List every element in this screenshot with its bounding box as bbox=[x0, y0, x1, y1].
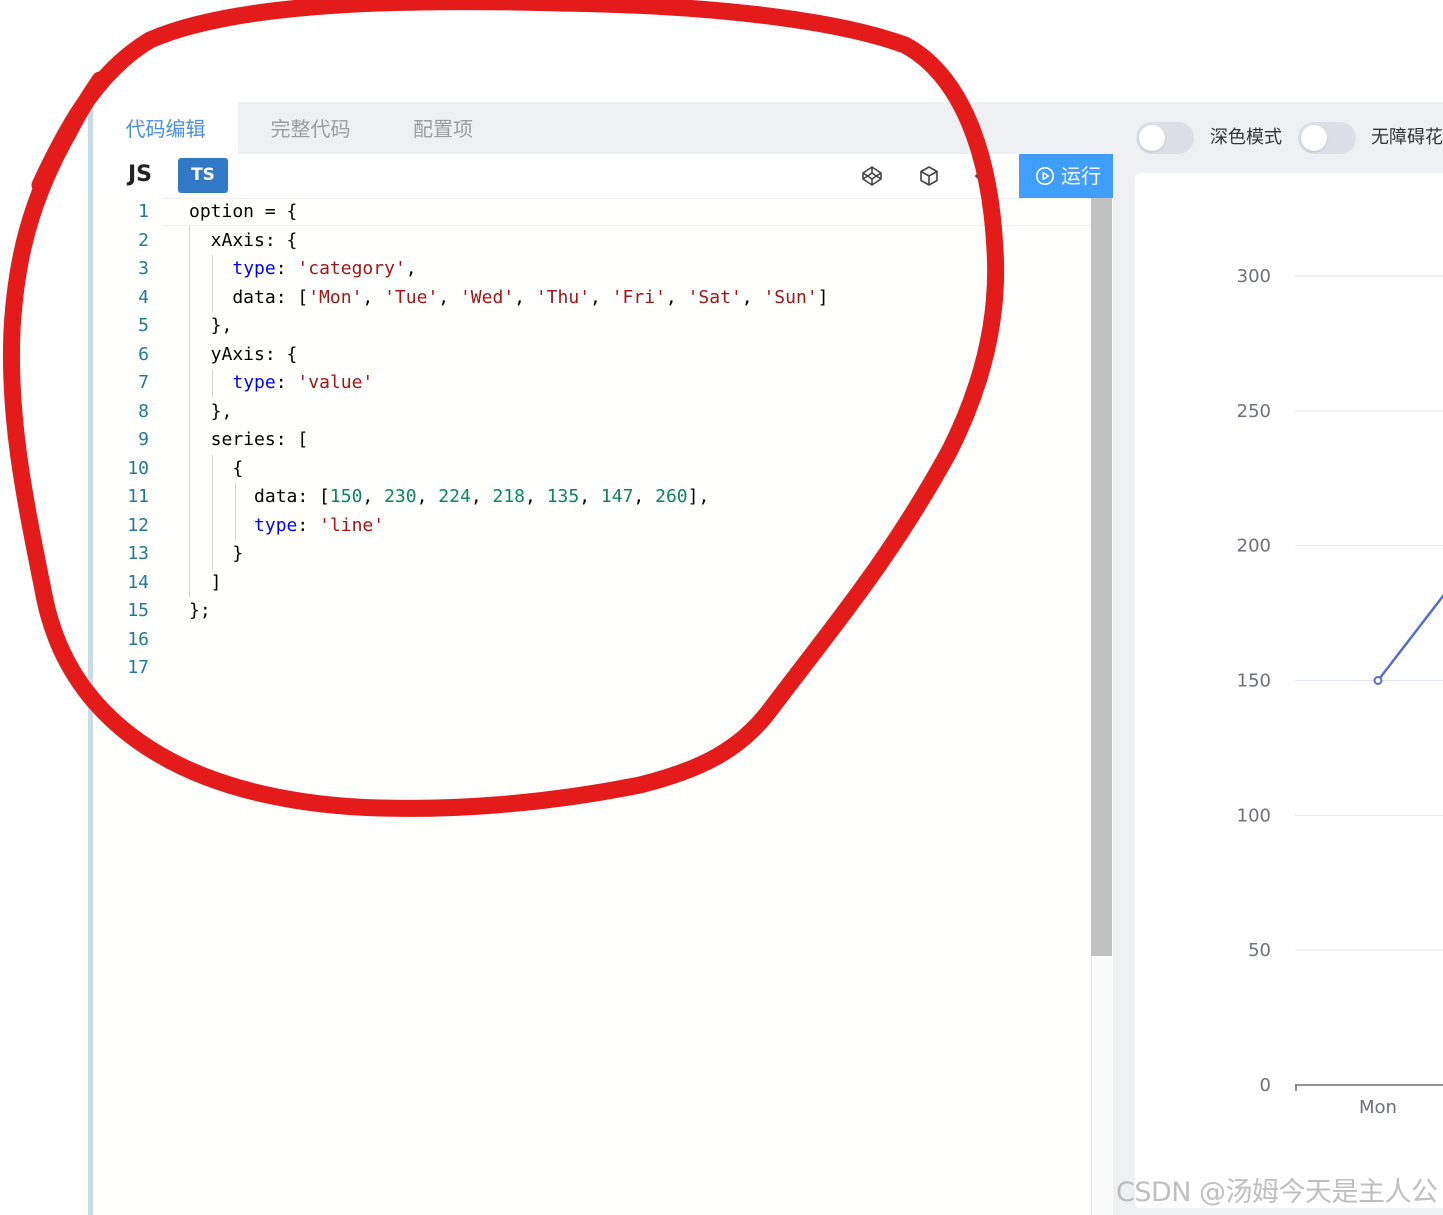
watermark: CSDN @汤姆今天是主人公 bbox=[1116, 1177, 1438, 1208]
panel-edge bbox=[88, 102, 93, 1215]
play-circle-icon bbox=[1035, 166, 1055, 186]
dark-mode-label: 深色模式 bbox=[1210, 127, 1282, 148]
js-language-toggle[interactable]: JS bbox=[128, 162, 152, 187]
code-line: { bbox=[189, 457, 244, 479]
line-number: 9 bbox=[138, 429, 149, 450]
chart-preview-card: 300 250 200 150 100 50 0 Mon bbox=[1135, 173, 1443, 1208]
editor-toolbar: JS TS 运行 bbox=[93, 154, 1113, 198]
run-button[interactable]: 运行 bbox=[1019, 154, 1113, 198]
y-tick-label: 50 bbox=[1248, 940, 1271, 961]
line-chart: 300 250 200 150 100 50 0 Mon bbox=[1237, 266, 1443, 1118]
line-number: 10 bbox=[127, 457, 149, 479]
line-number: 12 bbox=[127, 514, 149, 536]
line-number: 4 bbox=[138, 286, 149, 308]
line-number: 3 bbox=[138, 258, 149, 279]
accessibility-decal-label: 无障碍花 bbox=[1371, 127, 1443, 148]
line-number: 6 bbox=[138, 343, 149, 365]
code-line: xAxis: { bbox=[189, 229, 298, 251]
current-line-highlight bbox=[163, 198, 1091, 226]
code-line: data: ['Mon', 'Tue', 'Wed', 'Thu', 'Fri'… bbox=[189, 286, 829, 308]
accessibility-decal-switch[interactable] bbox=[1298, 122, 1356, 154]
line-number: 13 bbox=[127, 543, 149, 564]
y-tick-label: 250 bbox=[1237, 401, 1271, 422]
code-line: ] bbox=[189, 571, 222, 593]
editor-tabbar: 代码编辑 完整代码 配置项 bbox=[93, 102, 1113, 154]
line-number: 14 bbox=[127, 571, 149, 593]
codepen-icon[interactable] bbox=[860, 164, 884, 188]
line-number: 16 bbox=[127, 628, 149, 650]
code-line: series: [ bbox=[189, 429, 309, 450]
code-line: option = { bbox=[189, 201, 298, 222]
y-tick-label: 300 bbox=[1237, 266, 1271, 287]
code-line: type: 'category', bbox=[232, 258, 417, 279]
y-tick-label: 200 bbox=[1237, 536, 1271, 557]
line-number: 7 bbox=[138, 372, 149, 393]
x-tick-label: Mon bbox=[1359, 1097, 1397, 1118]
tab-full-code[interactable]: 完整代码 bbox=[243, 102, 378, 154]
code-line: }, bbox=[189, 315, 233, 336]
data-point[interactable] bbox=[1373, 676, 1383, 685]
line-number: 17 bbox=[127, 657, 149, 678]
dark-mode-switch[interactable] bbox=[1136, 122, 1194, 154]
embed-code-icon[interactable] bbox=[973, 164, 987, 188]
line-number: 5 bbox=[138, 315, 149, 336]
code-line: type: 'line' bbox=[254, 514, 385, 536]
code-line: }, bbox=[189, 400, 233, 422]
series-line bbox=[1377, 593, 1443, 682]
codesandbox-icon[interactable] bbox=[917, 164, 941, 188]
code-line: yAxis: { bbox=[189, 343, 298, 365]
code-line: type: 'value' bbox=[232, 372, 374, 393]
line-number: 11 bbox=[127, 486, 149, 507]
line-number: 8 bbox=[138, 400, 149, 422]
code-line: }; bbox=[189, 600, 211, 621]
editor-scrollbar-thumb[interactable] bbox=[1091, 198, 1112, 956]
ts-language-toggle[interactable]: TS bbox=[178, 158, 228, 193]
line-number: 15 bbox=[127, 600, 149, 621]
tab-config[interactable]: 配置项 bbox=[388, 102, 498, 154]
y-tick-label: 0 bbox=[1260, 1075, 1271, 1096]
line-number: 1 bbox=[138, 201, 149, 222]
code-line: data: [150, 230, 224, 218, 135, 147, 260… bbox=[189, 486, 710, 507]
tab-code-edit[interactable]: 代码编辑 bbox=[93, 102, 238, 154]
y-tick-label: 100 bbox=[1237, 805, 1271, 826]
code-line: } bbox=[189, 543, 244, 564]
line-number: 2 bbox=[138, 229, 149, 251]
run-button-label: 运行 bbox=[1061, 164, 1101, 188]
y-tick-label: 150 bbox=[1237, 671, 1271, 692]
code-editor[interactable]: 1 2 3 4 5 6 7 8 9 10 11 12 13 14 15 16 17 option = { xAx… bbox=[93, 198, 1091, 1215]
